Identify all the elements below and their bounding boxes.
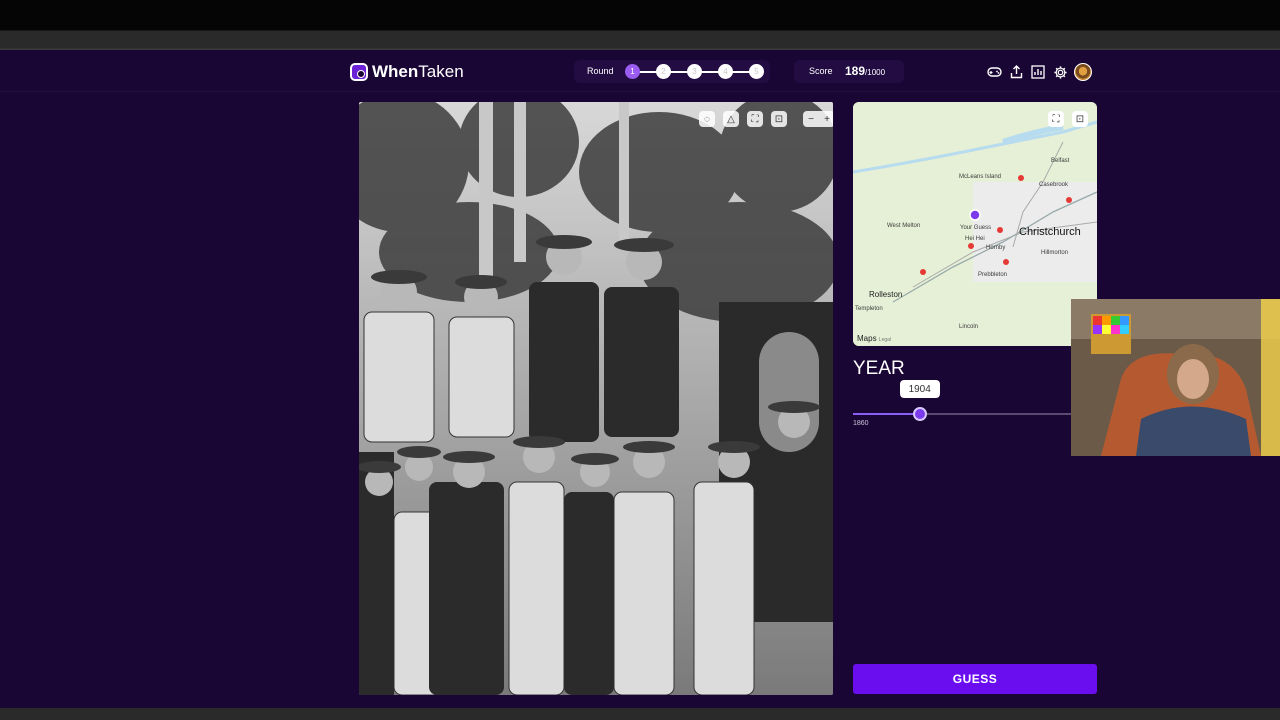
score-indicator: Score 189/1000: [794, 60, 904, 83]
warning-icon[interactable]: △: [723, 111, 739, 127]
brand-rest: Taken: [418, 62, 464, 81]
camera-logo-icon: [350, 63, 368, 81]
round-indicator: Round 1 2 3 4 5: [574, 60, 770, 83]
map-label-rolleston: Rolleston: [869, 290, 903, 299]
map-label-belfast: Belfast: [1051, 158, 1070, 164]
header: When Taken Round 1 2 3 4 5 Score 189/1000: [0, 50, 1280, 92]
map-label-your-guess: Your Guess: [960, 225, 992, 231]
browser-chrome: [0, 0, 1280, 50]
year-slider-thumb[interactable]: [912, 407, 927, 421]
map-label-mcleans: McLeans Island: [959, 174, 1002, 180]
map-label-christchurch: Christchurch: [1019, 226, 1081, 238]
avatar[interactable]: [1074, 63, 1092, 81]
brand-bold: When: [372, 62, 419, 81]
round-step-5: 5: [749, 64, 764, 79]
map-pin-icon[interactable]: ◌: [699, 111, 715, 127]
round-step-3: 3: [687, 64, 702, 79]
stats-icon[interactable]: [1030, 64, 1046, 80]
round-step-4: 4: [718, 64, 733, 79]
expand-icon[interactable]: ⛶: [747, 111, 763, 127]
map-label-hei-hei: Hei Hei: [965, 236, 985, 242]
zoom-out-icon[interactable]: −: [803, 111, 819, 127]
historic-photo[interactable]: ◌ △ ⛶ ⊡ − +: [359, 102, 833, 695]
focus-icon[interactable]: ⊡: [771, 111, 787, 127]
year-title: YEAR: [853, 358, 905, 379]
map-label-hornby: Hornby: [986, 245, 1006, 251]
score-label: Score: [809, 66, 833, 76]
map-expand-icon[interactable]: ⛶: [1048, 111, 1064, 127]
webcam-overlay: [1071, 299, 1280, 456]
photo-toolbar: ◌ △ ⛶ ⊡ − +: [699, 111, 833, 127]
map-label-casebrook: Casebrook: [1039, 182, 1069, 188]
browser-footer: [0, 708, 1280, 720]
logo[interactable]: When Taken: [350, 62, 464, 82]
year-slider-fill: [853, 413, 920, 415]
guess-map[interactable]: Christchurch Rolleston Lincoln McLeans I…: [853, 102, 1097, 346]
map-label-hillmorton: Hillmorton: [1041, 250, 1069, 256]
share-icon[interactable]: [1008, 64, 1024, 80]
gear-icon[interactable]: [1052, 64, 1068, 80]
guess-button[interactable]: GUESS: [853, 664, 1097, 694]
zoom-in-icon[interactable]: +: [819, 111, 833, 127]
year-min-label: 1860: [853, 420, 869, 427]
round-step-2: 2: [656, 64, 671, 79]
map-label-lincoln: Lincoln: [959, 324, 979, 330]
gamepad-icon[interactable]: [986, 64, 1002, 80]
header-actions: [986, 63, 1092, 81]
apple-maps-logo: Maps Legal: [857, 334, 892, 343]
round-label: Round: [587, 66, 614, 76]
zoom-controls: − +: [803, 111, 833, 127]
app-root: When Taken Round 1 2 3 4 5 Score 189/1000: [0, 50, 1280, 708]
score-value: 189/1000: [845, 64, 886, 78]
map-label-templeton: Templeton: [855, 306, 883, 312]
map-focus-icon[interactable]: ⊡: [1072, 111, 1088, 127]
map-label-prebbleton: Prebbleton: [978, 272, 1008, 278]
round-step-1: 1: [625, 64, 640, 79]
year-value-tooltip: 1904: [899, 380, 940, 398]
map-label-west-melton: West Melton: [887, 223, 921, 229]
